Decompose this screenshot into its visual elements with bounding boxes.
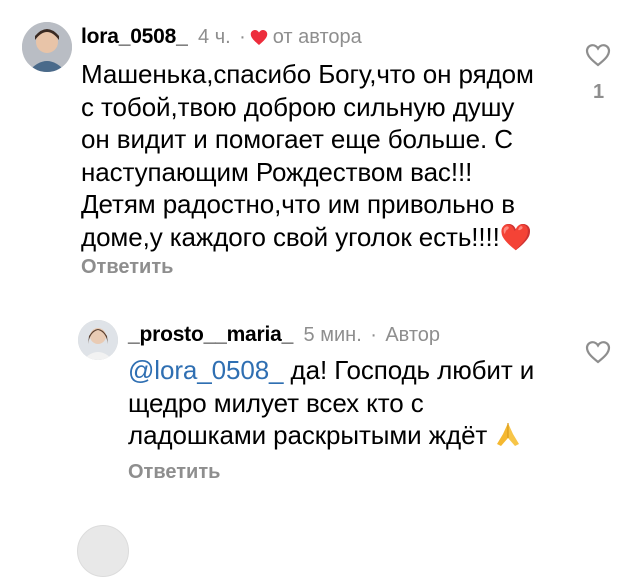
username[interactable]: lora_0508_ (81, 25, 188, 48)
pray-emoji (494, 420, 522, 456)
heart-outline-icon[interactable] (585, 43, 611, 67)
comment-time: 4 ч. (198, 26, 231, 48)
comment-meta: lora_0508_ 4 ч. · от автора (81, 26, 362, 50)
username[interactable]: _prosto__maria_ (128, 323, 293, 346)
avatar[interactable] (22, 22, 72, 72)
mention-link[interactable]: @lora_0508_ (128, 355, 284, 385)
red-heart-icon (250, 29, 268, 50)
comment-body: Машенька,спасибо Богу,что он рядом с тоб… (81, 59, 534, 252)
author-tag: от автора (272, 26, 362, 48)
reply-text: @lora_0508_ да! Господь любит и щедро ми… (128, 354, 588, 456)
separator-dot: · (239, 26, 246, 48)
separator-dot: · (370, 324, 377, 346)
comment-text: Машенька,спасибо Богу,что он рядом с тоб… (81, 58, 581, 253)
reply-button[interactable]: Ответить (128, 462, 220, 482)
avatar[interactable] (78, 320, 118, 360)
heart-emoji: ❤️ (499, 221, 533, 252)
next-comment-avatar (77, 525, 129, 577)
like-count: 1 (593, 81, 605, 103)
author-tag: Автор (385, 324, 441, 346)
heart-outline-icon[interactable] (585, 340, 611, 364)
reply-time: 5 мин. (303, 324, 362, 346)
reply-button[interactable]: Ответить (81, 257, 173, 277)
reply-meta: _prosto__maria_ 5 мин. · Автор (128, 324, 440, 345)
